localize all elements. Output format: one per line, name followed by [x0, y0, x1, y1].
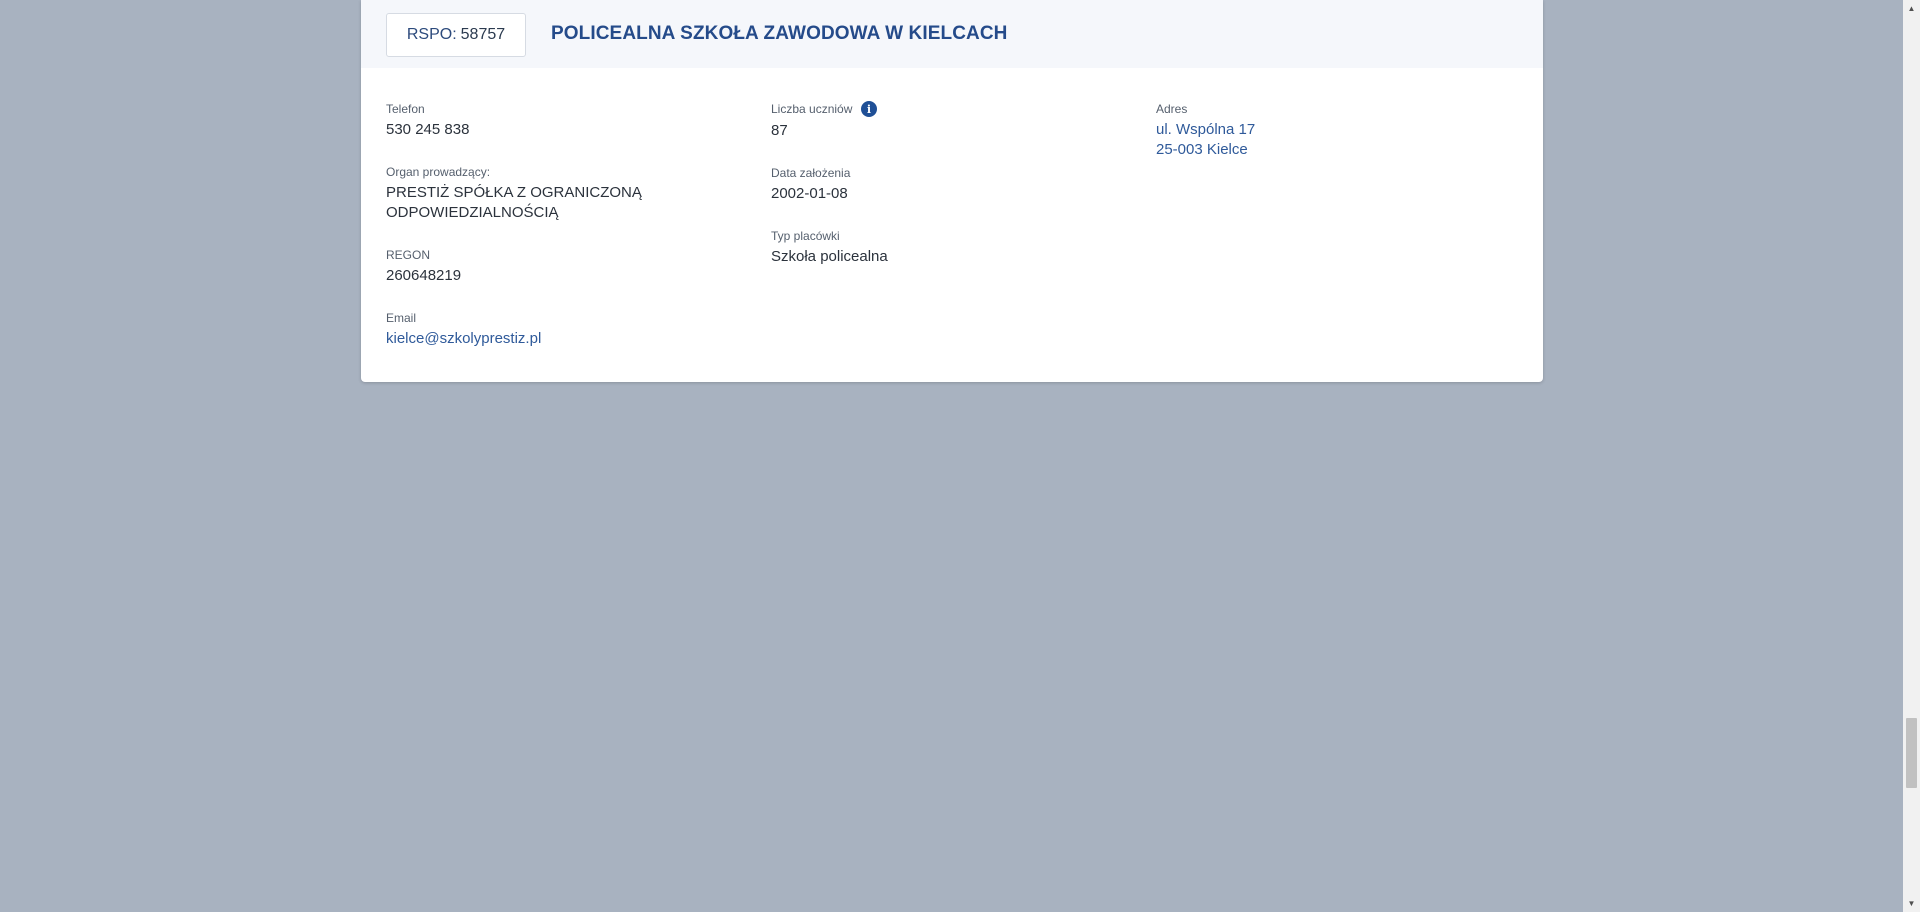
- organ-label: Organ prowadzący:: [386, 165, 491, 179]
- page: RSPO: 58757 POLICEALNA SZKOŁA ZAWODOWA W…: [0, 0, 1920, 912]
- organ-value-line1: PRESTIŻ SPÓŁKA Z OGRANICZONĄ: [386, 184, 642, 201]
- address-line1[interactable]: ul. Wspólna 17: [1156, 120, 1255, 140]
- school-card: RSPO: 58757 POLICEALNA SZKOŁA ZAWODOWA W…: [361, 0, 1543, 382]
- scroll-thumb[interactable]: [1906, 718, 1917, 788]
- info-icon[interactable]: i: [861, 101, 877, 117]
- rspo-prefix: RSPO:: [406, 26, 457, 43]
- students-value: 87: [771, 122, 788, 139]
- address-label: Adres: [1156, 102, 1188, 116]
- card-header: RSPO: 58757 POLICEALNA SZKOŁA ZAWODOWA W…: [361, 0, 1543, 68]
- regon-label: REGON: [386, 248, 431, 262]
- regon-value: 260648219: [386, 267, 462, 284]
- type-label: Typ placówki: [771, 229, 840, 243]
- scroll-down-arrow-icon[interactable]: ▼: [1903, 895, 1920, 912]
- email-link[interactable]: kielce@szkolyprestiz.pl: [386, 329, 541, 349]
- students-label: Liczba uczniów: [771, 102, 853, 116]
- email-label: Email: [386, 311, 417, 325]
- phone-label: Telefon: [386, 102, 425, 116]
- school-name[interactable]: POLICEALNA SZKOŁA ZAWODOWA W KIELCACH: [551, 23, 1008, 45]
- scroll-up-arrow-icon[interactable]: ▲: [1903, 0, 1920, 17]
- founded-value: 2002-01-08: [771, 185, 848, 202]
- organ-value-line2: ODPOWIEDZIALNOŚCIĄ: [386, 204, 559, 221]
- founded-label: Data założenia: [771, 166, 851, 180]
- address-line2[interactable]: 25-003 Kielce: [1156, 140, 1248, 160]
- phone-value: 530 245 838: [386, 121, 470, 138]
- vertical-scrollbar[interactable]: ▲ ▼: [1903, 0, 1920, 912]
- rspo-badge: RSPO: 58757: [386, 13, 526, 57]
- type-value: Szkoła policealna: [771, 248, 888, 265]
- rspo-number: 58757: [460, 26, 506, 43]
